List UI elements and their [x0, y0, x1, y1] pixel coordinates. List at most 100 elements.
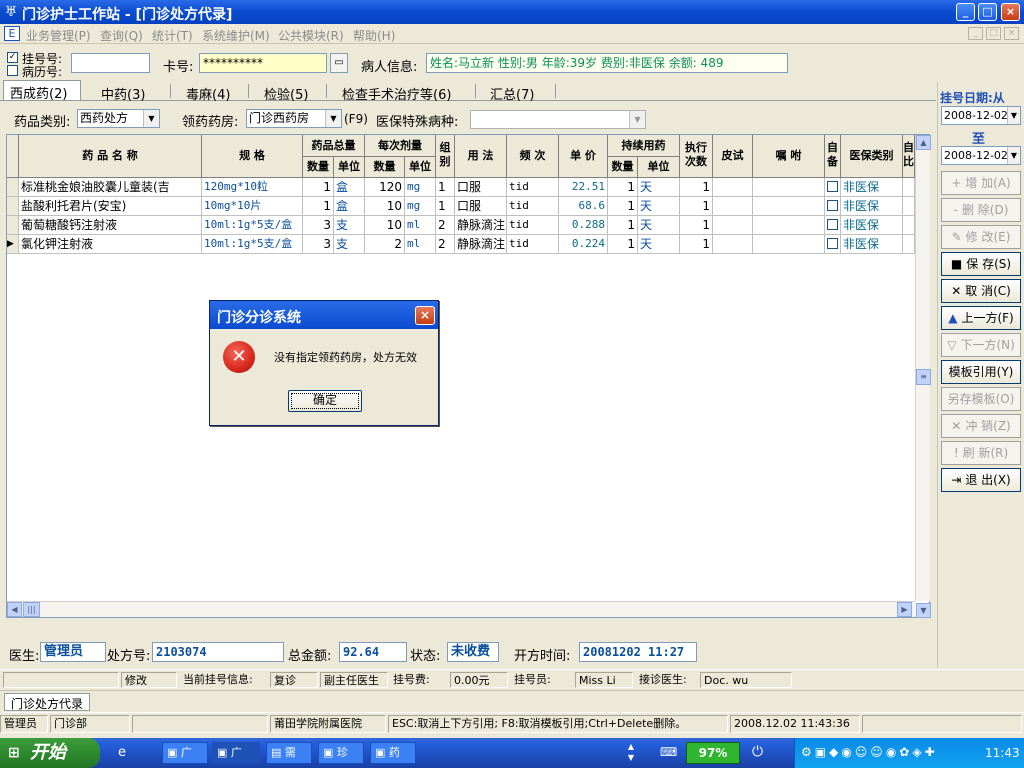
self-provided-checkbox[interactable] [825, 197, 841, 216]
taskbar-scroll-icon[interactable]: ▲ ▼ [625, 741, 637, 765]
chevron-down-icon[interactable]: ▼ [629, 111, 645, 128]
checkbox[interactable] [827, 181, 838, 192]
save-button[interactable]: ■ 保 存(S) [941, 252, 1021, 276]
cell-group[interactable]: 1 [436, 178, 455, 197]
cell-note[interactable] [753, 197, 825, 216]
menu-public[interactable]: 公共模块(R) [278, 27, 344, 44]
reg-no-input[interactable] [71, 53, 150, 73]
cell-days[interactable]: 1 [608, 197, 638, 216]
tab-lab-test[interactable]: 检验(5) [258, 82, 314, 103]
scroll-up-icon[interactable]: ▲ [916, 135, 931, 150]
cell-dose[interactable]: 2 [365, 235, 405, 254]
vertical-scrollbar[interactable]: ▲ ≡ ▼ [915, 135, 931, 618]
taskbar-item-1[interactable]: ▣ 广 [162, 742, 208, 764]
reg-no-checkbox[interactable]: ✓ [7, 52, 18, 63]
cell-unit[interactable]: 盒 [334, 178, 365, 197]
cell-spec[interactable]: 10ml:1g*5支/盒 [202, 235, 303, 254]
cell-price[interactable]: 0.224 [559, 235, 608, 254]
cell-freq[interactable]: tid [507, 197, 559, 216]
cell-name[interactable]: 盐酸利托君片(安宝) [19, 197, 202, 216]
cell-exec[interactable]: 1 [680, 235, 713, 254]
document-icon[interactable]: E [4, 26, 20, 41]
scroll-left-icon[interactable]: ◀ [7, 602, 22, 617]
taskbar-item-5[interactable]: ▣ 药 [370, 742, 416, 764]
header-drug-name[interactable]: 药 品 名 称 [19, 135, 202, 178]
cancel-button[interactable]: ✕ 取 消(C) [941, 279, 1021, 303]
cell-days[interactable]: 1 [608, 235, 638, 254]
checkbox[interactable] [827, 219, 838, 230]
horizontal-scrollbar[interactable]: ◀ ||| ▶ [7, 601, 915, 617]
chevron-down-icon[interactable]: ▼ [143, 110, 159, 127]
cell-skin[interactable] [713, 216, 753, 235]
cell-days-unit[interactable]: 天 [638, 178, 680, 197]
cell-ins[interactable]: 非医保 [841, 235, 903, 254]
cell-dose[interactable]: 120 [365, 178, 405, 197]
mdi-close-button[interactable]: × [1004, 27, 1019, 40]
prev-rx-button[interactable]: ▲ 上一方(F) [941, 306, 1021, 330]
keyboard-icon[interactable]: ⌨ [660, 745, 678, 761]
menu-business[interactable]: 业务管理(P) [26, 27, 91, 44]
cell-qty[interactable]: 1 [303, 197, 334, 216]
pharmacy-select[interactable]: 门诊西药房 ▼ [246, 109, 342, 128]
cell-spec[interactable]: 120mg*10粒 [202, 178, 303, 197]
tab-chinese-medicine[interactable]: 中药(3) [95, 82, 151, 103]
cell-group[interactable]: 1 [436, 197, 455, 216]
cell-unit[interactable]: 支 [334, 235, 365, 254]
scroll-right-icon[interactable]: ▶ [897, 602, 912, 617]
cell-exec[interactable]: 1 [680, 216, 713, 235]
reg-date-from[interactable]: 2008-12-02 ▼ [941, 106, 1021, 125]
cell-note[interactable] [753, 216, 825, 235]
cell-exec[interactable]: 1 [680, 197, 713, 216]
tab-exam-surgery[interactable]: 检查手术治疗等(6) [336, 82, 457, 103]
cell-dose[interactable]: 10 [365, 216, 405, 235]
cell-price[interactable]: 22.51 [559, 178, 608, 197]
mdi-minimize-button[interactable]: _ [968, 27, 983, 40]
checkbox[interactable] [827, 200, 838, 211]
card-input[interactable]: ********** [199, 53, 327, 73]
cell-freq[interactable]: tid [507, 216, 559, 235]
chevron-down-icon[interactable]: ▼ [325, 110, 341, 127]
menu-system[interactable]: 系统维护(M) [202, 27, 270, 44]
card-reader-icon[interactable]: ▭ [330, 53, 348, 73]
cell-spec[interactable]: 10ml:1g*5支/盒 [202, 216, 303, 235]
row-indicator[interactable] [7, 216, 19, 235]
cell-group[interactable]: 2 [436, 235, 455, 254]
prescription-grid[interactable]: 药 品 名 称 规 格 药品总量 数量 单位 每次剂量 数量 单位 组别 用 法… [6, 134, 931, 618]
cell-days[interactable]: 1 [608, 178, 638, 197]
header-spec[interactable]: 规 格 [202, 135, 303, 178]
drug-type-select[interactable]: 西药处方 ▼ [77, 109, 160, 128]
refresh-button[interactable]: ! 刷 新(R) [941, 441, 1021, 465]
cell-usage[interactable]: 口服 [455, 178, 507, 197]
cell-dose-unit[interactable]: ml [405, 235, 436, 254]
cell-name[interactable]: 标准桃金娘油胶囊儿童装(吉 [19, 178, 202, 197]
dialog-close-button[interactable]: × [415, 306, 435, 325]
cell-days[interactable]: 1 [608, 216, 638, 235]
cell-last[interactable] [903, 235, 915, 254]
tab-narcotic[interactable]: 毒麻(4) [180, 82, 236, 103]
scroll-h-thumb[interactable]: ||| [23, 602, 40, 617]
cell-name[interactable]: 氯化钾注射液 [19, 235, 202, 254]
cell-usage[interactable]: 口服 [455, 197, 507, 216]
taskbar-item-3[interactable]: ▤ 需 [266, 742, 312, 764]
close-button[interactable]: × [1001, 3, 1020, 21]
row-indicator[interactable] [7, 197, 19, 216]
cell-unit[interactable]: 支 [334, 216, 365, 235]
add-button[interactable]: + 增 加(A) [941, 171, 1021, 195]
delete-button[interactable]: -删 除(D) [941, 198, 1021, 222]
cell-days-unit[interactable]: 天 [638, 235, 680, 254]
start-button[interactable]: ⊞ 开始 [0, 738, 100, 768]
cell-ins[interactable]: 非医保 [841, 216, 903, 235]
reverse-button[interactable]: ✕ 冲 销(Z) [941, 414, 1021, 438]
cell-note[interactable] [753, 178, 825, 197]
special-disease-select[interactable]: ▼ [470, 110, 646, 129]
cell-dose-unit[interactable]: mg [405, 197, 436, 216]
cell-qty[interactable]: 1 [303, 178, 334, 197]
menu-stats[interactable]: 统计(T) [152, 27, 193, 44]
maximize-button[interactable]: □ [978, 3, 997, 21]
menu-query[interactable]: 查询(Q) [100, 27, 143, 44]
cell-last[interactable] [903, 216, 915, 235]
template-apply-button[interactable]: 模板引用(Y) [941, 360, 1021, 384]
cell-usage[interactable]: 静脉滴注 [455, 235, 507, 254]
cell-skin[interactable] [713, 197, 753, 216]
scroll-down-icon[interactable]: ▼ [916, 603, 931, 618]
